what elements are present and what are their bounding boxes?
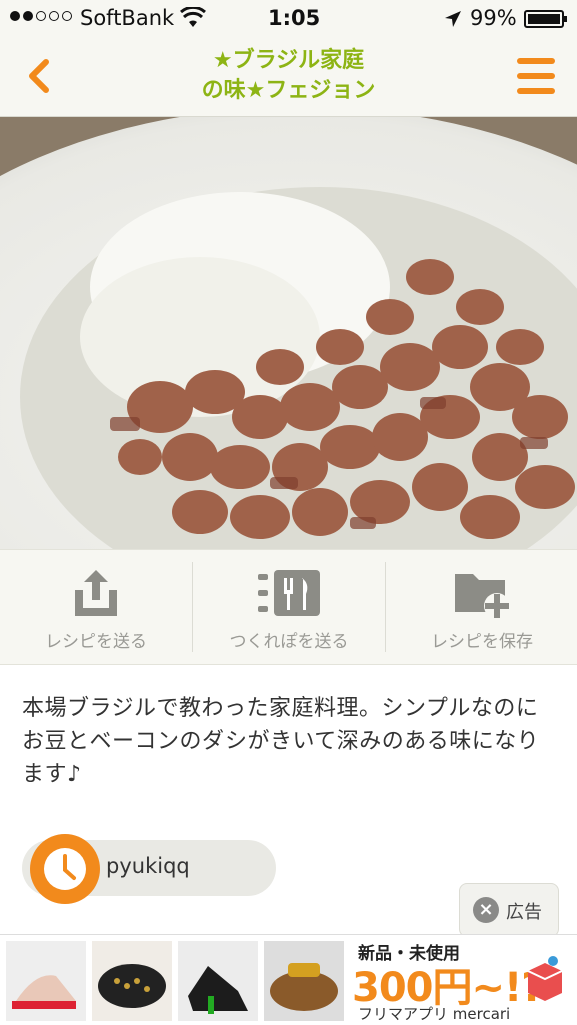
cooking-report-icon	[258, 570, 320, 616]
navigation-bar: ★ブラジル家庭 の味★フェジョン	[0, 38, 577, 117]
title-line-2: の味★フェジョン	[201, 78, 376, 103]
recipe-actions: レシピを送る つくれぽを送る レシピを保存	[0, 549, 577, 665]
ad-image-shoes-2	[92, 941, 172, 1021]
chevron-left-icon	[29, 59, 49, 93]
ad-image-shoes-4	[264, 941, 344, 1021]
save-recipe-button[interactable]: レシピを保存	[386, 550, 577, 664]
ad-label-text: 広告	[506, 902, 542, 923]
hamburger-menu-icon	[517, 58, 555, 64]
carrier-name: SoftBank	[80, 6, 175, 30]
ad-image-shoes-3	[178, 941, 258, 1021]
signal-strength-icon	[10, 11, 72, 21]
menu-button[interactable]	[515, 56, 557, 96]
save-recipe-label: レシピを保存	[431, 632, 533, 652]
page-title: ★ブラジル家庭 の味★フェジョン	[150, 46, 427, 106]
location-arrow-icon	[445, 11, 461, 27]
share-icon	[75, 570, 117, 616]
back-button[interactable]	[20, 56, 60, 96]
send-recipe-label: レシピを送る	[45, 632, 147, 652]
send-recipe-button[interactable]: レシピを送る	[0, 550, 192, 664]
author-name: pyukiqq	[106, 854, 190, 878]
recipe-photo	[0, 117, 577, 549]
status-bar: SoftBank 1:05 99%	[0, 0, 577, 38]
battery-percent: 99%	[470, 6, 517, 30]
recipe-description: 本場ブラジルで教わった家庭料理。シンプルなのにお豆とベーコンのダシがきいて深みの…	[22, 696, 540, 787]
send-report-label: つくれぽを送る	[229, 632, 349, 652]
send-report-button[interactable]: つくれぽを送る	[193, 550, 385, 664]
wifi-icon	[180, 7, 206, 27]
mercari-logo-icon	[527, 956, 563, 1001]
clock-time: 1:05	[268, 6, 321, 30]
ad-banner[interactable]: 新品・未使用 300円~!? フリマアプリ mercari	[0, 934, 577, 1025]
clock-avatar-icon	[30, 834, 100, 904]
title-line-1: ★ブラジル家庭	[212, 48, 365, 73]
author-chip[interactable]: pyukiqq	[22, 834, 276, 904]
close-icon: ×	[473, 897, 499, 923]
folder-add-icon	[455, 574, 510, 619]
ad-image-shoes-1	[6, 941, 86, 1021]
ad-brand: フリマアプリ mercari	[358, 1005, 511, 1023]
battery-icon	[524, 10, 567, 28]
ad-close-badge[interactable]: × 広告	[459, 883, 559, 937]
